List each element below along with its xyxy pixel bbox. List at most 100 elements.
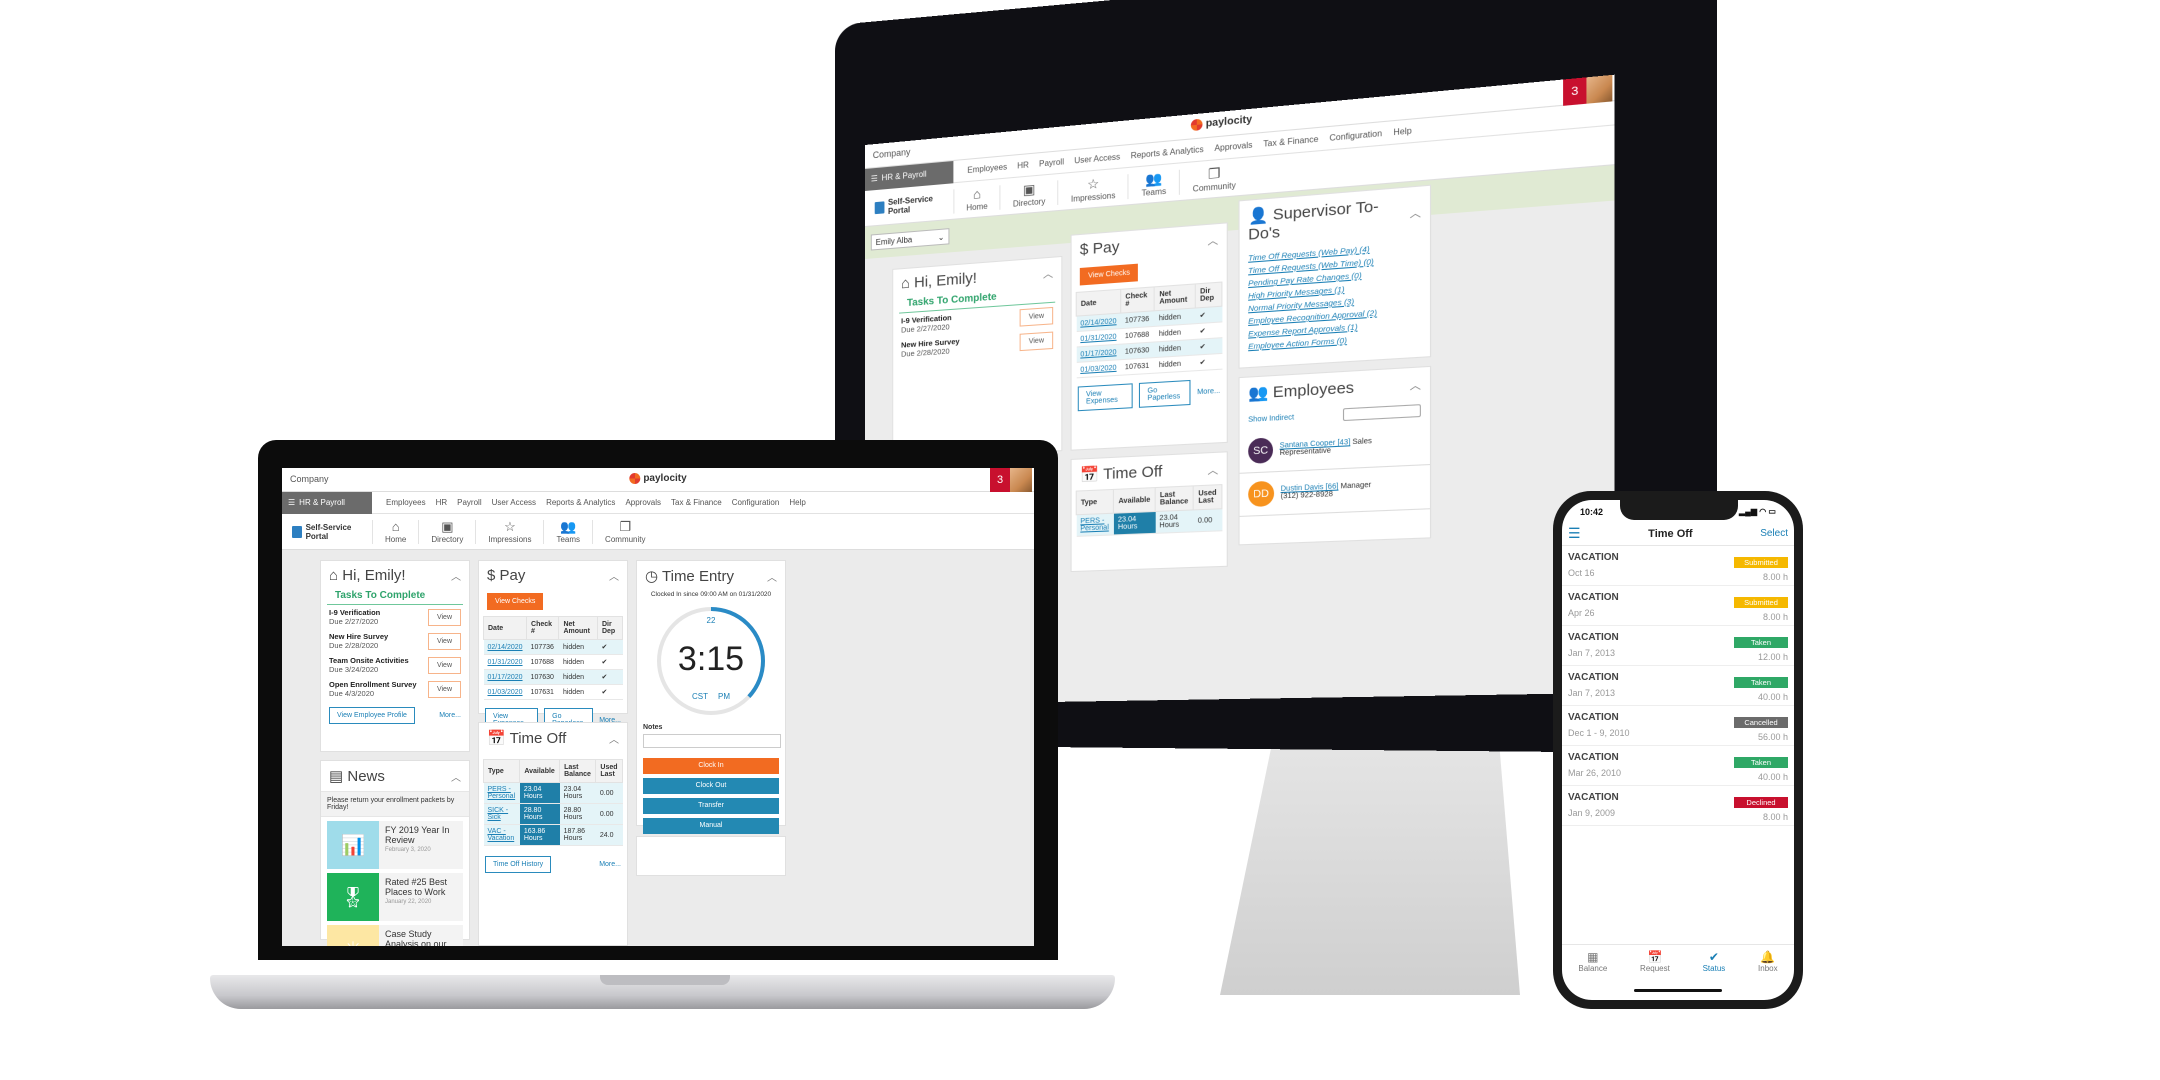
news-item[interactable]: ☀ Case Study Analysis on our [327,925,463,946]
check-date-link[interactable]: 02/14/2020 [1080,318,1116,328]
nav-item-user-access[interactable]: User Access [492,498,536,507]
time-off-history-button[interactable]: Time Off History [485,856,552,873]
collapse-icon[interactable]: ︿ [767,569,777,584]
employee-search-input[interactable] [1342,404,1421,422]
nav-item-configuration[interactable]: Configuration [1329,129,1382,143]
column-header[interactable]: Dir Dep [1195,282,1222,309]
view-task-button[interactable]: View [427,656,461,674]
news-item[interactable]: 🎖 Rated #25 Best Places to Work January 22… [327,873,463,921]
column-header[interactable]: Check # [526,616,560,640]
column-header[interactable]: Date [1076,289,1121,317]
collapse-icon[interactable]: ︿ [1208,231,1219,248]
nav-item-reports-analytics[interactable]: Reports & Analytics [546,498,615,507]
nav-item-help[interactable]: Help [1393,126,1411,137]
hamburger-icon[interactable]: ☰ [1568,525,1581,542]
nav-item-configuration[interactable]: Configuration [732,498,780,507]
check-date-link[interactable]: 01/31/2020 [1080,333,1116,343]
column-header[interactable]: Dir Dep [596,616,624,640]
tab-request[interactable]: 📅 Request [1640,950,1670,973]
nav-item-help[interactable]: Help [789,498,805,507]
time-off-request-row[interactable]: VACATION Oct 16 Submitted 8.00 h [1562,546,1794,586]
check-date-link[interactable]: 01/03/2020 [1080,364,1116,373]
toolbar-impressions[interactable]: ☆ Impressions [475,519,543,544]
toolbar-community[interactable]: ❐ Community [1178,163,1249,195]
check-date-link[interactable]: 02/14/2020 [488,644,523,651]
nav-item-tax-finance[interactable]: Tax & Finance [1263,134,1318,148]
toolbar-impressions[interactable]: ☆ Impressions [1057,173,1128,205]
collapse-icon[interactable]: ︿ [451,769,461,784]
toolbar-home[interactable]: ⌂ Home [372,519,418,544]
tab-inbox[interactable]: 🔔 Inbox [1758,950,1778,973]
view-task-button[interactable]: View [1019,331,1054,351]
manual-button[interactable]: Manual [643,818,779,834]
nav-item-employees[interactable]: Employees [967,162,1007,175]
column-header[interactable]: Check # [1120,286,1155,314]
toolbar-teams[interactable]: 👥 Teams [543,519,592,544]
nav-item-payroll[interactable]: Payroll [457,498,481,507]
clock-out-button[interactable]: Clock Out [643,778,779,794]
time-off-request-row[interactable]: VACATION Jan 7, 2013 Taken 12.00 h [1562,626,1794,666]
time-off-type-link[interactable]: PERS - Personal [1080,517,1109,532]
time-off-type-link[interactable]: PERS - Personal [488,786,516,800]
view-task-button[interactable]: View [427,632,461,650]
view-employee-profile-button[interactable]: View Employee Profile [329,707,415,724]
greeting-more-link[interactable]: More... [439,712,461,719]
go-paperless-button[interactable]: Go Paperless [1139,379,1191,408]
nav-item-payroll[interactable]: Payroll [1039,157,1064,168]
time-off-request-row[interactable]: VACATION Jan 9, 2009 Declined 8.00 h [1562,786,1794,826]
user-avatar[interactable] [1586,74,1613,104]
time-off-request-row[interactable]: VACATION Mar 26, 2010 Taken 40.00 h [1562,746,1794,786]
view-task-button[interactable]: View [427,608,461,626]
nav-item-hr[interactable]: HR [436,498,448,507]
check-date-link[interactable]: 01/17/2020 [488,674,523,681]
nav-item-approvals[interactable]: Approvals [1214,140,1252,153]
employee-select[interactable]: Emily Alba ⌄ [870,228,950,251]
pay-more-link[interactable]: More... [1197,387,1220,396]
collapse-icon[interactable]: ︿ [1410,204,1421,221]
user-avatar[interactable] [1010,468,1032,492]
time-off-type-link[interactable]: VAC - Vacation [488,828,515,842]
view-expenses-button[interactable]: View Expenses [1077,383,1133,412]
collapse-icon[interactable]: ︿ [1043,265,1053,281]
nav-item-reports-analytics[interactable]: Reports & Analytics [1131,145,1204,161]
collapse-icon[interactable]: ︿ [1208,461,1219,477]
toolbar-home[interactable]: ⌂ Home [953,184,1000,214]
time-off-more-link[interactable]: More... [599,861,621,868]
time-off-type-link[interactable]: SICK - Sick [488,807,509,821]
notification-badge[interactable]: 3 [990,468,1010,492]
collapse-icon[interactable]: ︿ [609,731,619,746]
nav-item-approvals[interactable]: Approvals [625,498,661,507]
transfer-button[interactable]: Transfer [643,798,779,814]
view-task-button[interactable]: View [427,680,461,698]
collapse-icon[interactable]: ︿ [609,568,619,583]
select-button[interactable]: Select [1760,528,1788,539]
collapse-icon[interactable]: ︿ [451,568,461,583]
nav-item-employees[interactable]: Employees [386,498,426,507]
column-header[interactable]: Date [482,616,528,640]
nav-item-hr[interactable]: HR [1017,160,1029,170]
check-date-link[interactable]: 01/31/2020 [488,659,523,666]
column-header[interactable]: Net Amount [1154,283,1196,311]
toolbar-directory[interactable]: ▣ Directory [418,519,475,544]
toolbar-community[interactable]: ❐ Community [592,519,657,544]
nav-item-user-access[interactable]: User Access [1074,152,1120,165]
show-indirect-link[interactable]: Show Indirect [1248,414,1294,424]
notification-badge[interactable]: 3 [1563,77,1587,106]
time-off-request-row[interactable]: VACATION Apr 26 Submitted 8.00 h [1562,586,1794,626]
time-off-request-row[interactable]: VACATION Jan 7, 2013 Taken 40.00 h [1562,666,1794,706]
column-header[interactable]: Net Amount [558,616,598,640]
news-item[interactable]: 📊 FY 2019 Year In Review February 3, 2020 [327,821,463,869]
toolbar-teams[interactable]: 👥 Teams [1127,169,1179,199]
view-checks-button[interactable]: View Checks [1079,263,1139,286]
module-menu-button[interactable]: ☰ HR & Payroll [282,491,372,514]
nav-item-tax-finance[interactable]: Tax & Finance [671,498,722,507]
notes-input[interactable] [643,734,781,748]
clock-in-button[interactable]: Clock In [643,758,779,774]
check-date-link[interactable]: 01/03/2020 [488,689,523,696]
tab-status[interactable]: ✔ Status [1703,950,1726,973]
tab-balance[interactable]: ▦ Balance [1578,950,1607,973]
time-off-request-row[interactable]: VACATION Dec 1 - 9, 2010 Cancelled 56.00 h [1562,706,1794,746]
collapse-icon[interactable]: ︿ [1410,376,1421,392]
check-date-link[interactable]: 01/17/2020 [1080,349,1116,359]
view-task-button[interactable]: View [1019,306,1054,327]
